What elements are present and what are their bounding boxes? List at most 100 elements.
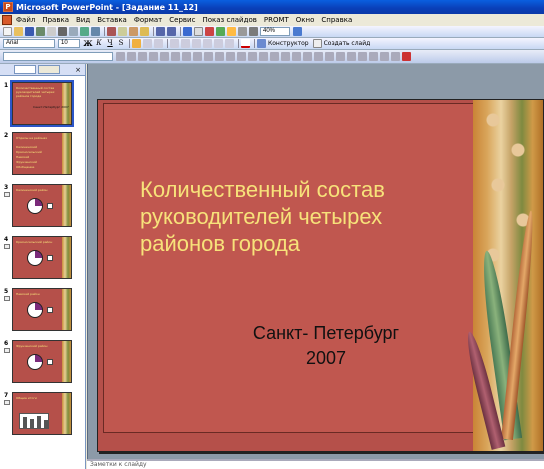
email-icon[interactable] [47, 27, 56, 36]
notes-pane[interactable]: Заметки к слайду [87, 459, 544, 469]
close-icon[interactable]: × [74, 66, 82, 74]
redo-icon[interactable] [167, 27, 176, 36]
increase-indent-icon[interactable] [225, 39, 234, 48]
table-icon[interactable] [194, 27, 203, 36]
research-icon[interactable] [91, 27, 100, 36]
current-slide[interactable]: Количественный состав руководителей четы… [97, 99, 544, 452]
align-center-icon[interactable] [143, 39, 152, 48]
tool-icon[interactable] [127, 52, 136, 61]
tool-icon[interactable] [369, 52, 378, 61]
menu-help[interactable]: Справка [321, 16, 352, 24]
menu-edit[interactable]: Правка [42, 16, 69, 24]
slide-thumbnail-row[interactable]: 4 Красносельский район [0, 236, 86, 280]
slide-thumbnail-row[interactable]: 3 Калининский район [0, 184, 86, 228]
slide-thumbnail[interactable]: Фрунзенский район [12, 340, 72, 383]
tool-icon[interactable] [226, 52, 235, 61]
expand-all-icon[interactable] [227, 27, 236, 36]
tool-icon[interactable] [270, 52, 279, 61]
slide-thumbnail-row[interactable]: 2 Отделы на районах Калининский Красносе… [0, 132, 86, 176]
menu-insert[interactable]: Вставка [97, 16, 127, 24]
tool-icon[interactable] [193, 52, 202, 61]
tool-icon[interactable] [292, 52, 301, 61]
toolbar-combo[interactable] [3, 52, 113, 61]
menu-window[interactable]: Окно [296, 16, 315, 24]
new-icon[interactable] [3, 27, 12, 36]
bold-button[interactable]: Ж [83, 39, 93, 48]
slide-thumbnail[interactable]: Невский район [12, 288, 72, 331]
italic-button[interactable]: К [94, 39, 104, 48]
slide-thumbnail[interactable]: Красносельский район [12, 236, 72, 279]
align-right-icon[interactable] [154, 39, 163, 48]
numbering-icon[interactable] [170, 39, 179, 48]
paste-icon[interactable] [129, 27, 138, 36]
preview-icon[interactable] [69, 27, 78, 36]
tool-icon[interactable] [215, 52, 224, 61]
cut-icon[interactable] [107, 27, 116, 36]
slide-thumbnail[interactable]: Калининский район [12, 184, 72, 227]
menu-tools[interactable]: Сервис [169, 16, 195, 24]
zoom-combo[interactable]: 40% [260, 27, 290, 36]
slide-subtitle[interactable]: Санкт- Петербург [236, 322, 416, 344]
grayscale-icon[interactable] [249, 27, 258, 36]
font-color-icon[interactable] [241, 39, 250, 48]
tool-icon[interactable] [358, 52, 367, 61]
menu-file[interactable]: Файл [16, 16, 35, 24]
bullets-icon[interactable] [181, 39, 190, 48]
shadow-button[interactable]: S [116, 39, 126, 48]
slide-thumbnail-row[interactable]: 6 Фрунзенский район [0, 340, 86, 384]
tool-icon[interactable] [149, 52, 158, 61]
drawing-icon[interactable] [216, 27, 225, 36]
decrease-font-icon[interactable] [203, 39, 212, 48]
tables-borders-icon[interactable] [205, 27, 214, 36]
tool-icon[interactable] [182, 52, 191, 61]
open-icon[interactable] [14, 27, 23, 36]
copy-icon[interactable] [118, 27, 127, 36]
decrease-indent-icon[interactable] [214, 39, 223, 48]
spelling-icon[interactable] [80, 27, 89, 36]
slide-title[interactable]: Количественный состав руководителей четы… [140, 176, 440, 257]
slide-subtitle-year[interactable]: 2007 [236, 347, 416, 369]
increase-font-icon[interactable] [192, 39, 201, 48]
save-icon[interactable] [25, 27, 34, 36]
underline-button[interactable]: Ч [105, 39, 115, 48]
format-painter-icon[interactable] [140, 27, 149, 36]
tool-icon[interactable] [248, 52, 257, 61]
new-slide-icon[interactable] [312, 39, 322, 48]
tool-icon[interactable] [171, 52, 180, 61]
tool-icon[interactable] [380, 52, 389, 61]
tool-icon[interactable] [138, 52, 147, 61]
tool-icon[interactable] [325, 52, 334, 61]
chart-icon[interactable] [183, 27, 192, 36]
font-size-combo[interactable]: 10 [58, 39, 80, 48]
new-slide-button[interactable]: Создать слайд [324, 40, 371, 47]
tool-icon[interactable] [204, 52, 213, 61]
tool-icon[interactable] [336, 52, 345, 61]
tool-icon[interactable] [303, 52, 312, 61]
design-button[interactable]: Конструктор [268, 40, 309, 47]
tool-icon[interactable] [391, 52, 400, 61]
tool-icon[interactable] [116, 52, 125, 61]
slide-thumbnail[interactable]: Отделы на районах Калининский Красносель… [12, 132, 72, 175]
slide-thumbnail-row[interactable]: 7 Общие итоги [0, 392, 86, 436]
font-name-combo[interactable]: Arial [3, 39, 55, 48]
menu-view[interactable]: Вид [76, 16, 90, 24]
tool-icon[interactable] [402, 52, 411, 61]
menu-format[interactable]: Формат [134, 16, 162, 24]
print-icon[interactable] [58, 27, 67, 36]
slide-thumbnail-row[interactable]: 5 Невский район [0, 288, 86, 332]
menu-promt[interactable]: PROMT [264, 16, 289, 24]
slide-thumbnail[interactable]: Количественный состав руководителей четы… [10, 80, 74, 127]
help-icon[interactable] [293, 27, 302, 36]
slide-thumbnail-row[interactable]: 1 Количественный состав руководителей че… [0, 80, 86, 127]
tab-slides[interactable] [38, 65, 60, 74]
document-icon[interactable] [2, 15, 12, 25]
design-icon[interactable] [257, 39, 266, 48]
menu-slideshow[interactable]: Показ слайдов [202, 16, 256, 24]
align-left-icon[interactable] [132, 39, 141, 48]
tool-icon[interactable] [281, 52, 290, 61]
tool-icon[interactable] [259, 52, 268, 61]
tab-outline[interactable] [14, 65, 36, 74]
undo-icon[interactable] [156, 27, 165, 36]
tool-icon[interactable] [314, 52, 323, 61]
tool-icon[interactable] [160, 52, 169, 61]
